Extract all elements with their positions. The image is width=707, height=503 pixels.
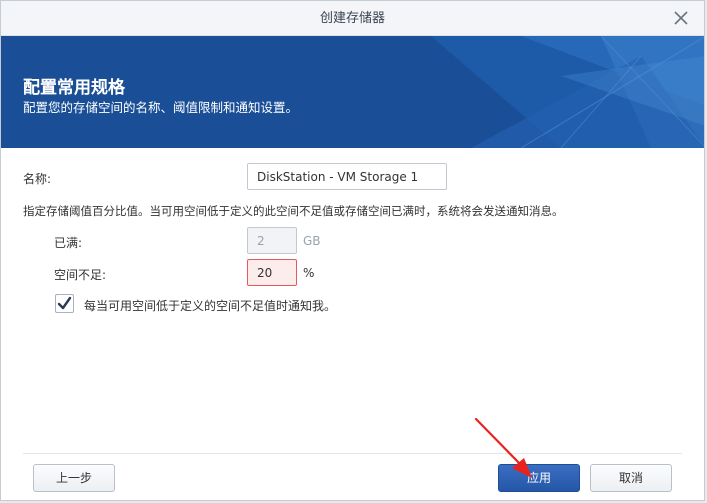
close-icon[interactable]: [672, 9, 690, 27]
full-label: 已满:: [54, 236, 83, 250]
create-storage-dialog: 创建存储器 配置常用规格 配置您的存储空间的名称、阈值限制和通知设置。 名称: …: [0, 0, 705, 501]
low-space-label: 空间不足:: [54, 268, 107, 282]
dialog-titlebar: 创建存储器: [1, 1, 704, 36]
apply-button[interactable]: 应用: [498, 464, 580, 492]
low-space-input[interactable]: [247, 259, 297, 286]
threshold-description: 指定存储阈值百分比值。当可用空间低于定义的此空间不足值或存储空间已满时，系统将会…: [23, 204, 564, 218]
notify-label: 每当可用空间低于定义的空间不足值时通知我。: [84, 299, 337, 313]
banner-subheading: 配置您的存储空间的名称、阈值限制和通知设置。: [23, 100, 299, 115]
cancel-button[interactable]: 取消: [590, 464, 672, 492]
full-threshold-input: [247, 227, 297, 254]
low-space-unit: %: [303, 266, 315, 280]
name-input[interactable]: [247, 163, 447, 190]
header-banner: 配置常用规格 配置您的存储空间的名称、阈值限制和通知设置。: [1, 36, 704, 148]
notify-checkbox[interactable]: [55, 294, 74, 313]
banner-heading: 配置常用规格: [23, 78, 125, 98]
checkmark-icon: [57, 296, 72, 310]
full-unit: GB: [303, 234, 321, 248]
name-label: 名称:: [23, 172, 52, 186]
dialog-title: 创建存储器: [319, 11, 385, 26]
footer-divider: [23, 453, 682, 454]
back-button[interactable]: 上一步: [33, 464, 115, 492]
